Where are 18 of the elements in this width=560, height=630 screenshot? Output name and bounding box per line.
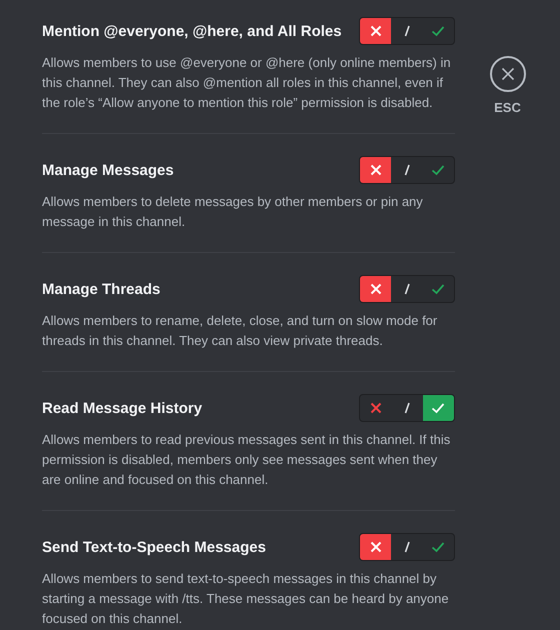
deny-button[interactable] — [360, 18, 392, 44]
close-button[interactable] — [490, 56, 526, 92]
deny-button[interactable] — [360, 276, 392, 302]
deny-button[interactable] — [360, 157, 392, 183]
permission-description: Allows members to delete messages by other members or pin any message in this channel. — [42, 193, 424, 231]
close-icon — [500, 66, 516, 82]
permission-title: Read Message History — [42, 400, 202, 416]
esc-label: ESC — [494, 100, 521, 115]
allow-button[interactable] — [422, 395, 454, 421]
permission-title: Manage Messages — [42, 162, 174, 178]
permission-title: Send Text-to-Speech Messages — [42, 538, 266, 556]
permission-description: Allows members to rename, delete, close, and turn on slow mode for threads in this channel. They can also view private threads. — [42, 312, 438, 350]
permission-title: Mention @everyone, @here, and All Roles — [42, 22, 342, 40]
permission-description: Allows members to use @everyone or @here (only online members) in this channel. They can also @mention all roles in this channel, even if the role’s “Allow anyone to mention this role” permission is disabled. — [42, 54, 452, 112]
permission-description: Allows members to read previous messages sent in this channel. If this permission is disabled, members only see messages sent when they are online and focused on this channel. — [42, 431, 452, 489]
permission-title: Manage Threads — [42, 280, 160, 298]
deny-button[interactable] — [360, 534, 392, 560]
permission-description: Allows members to send text-to-speech messages in this channel by starting a message with /tts. These messages can be heard by anyone focused on this channel. — [42, 570, 450, 628]
